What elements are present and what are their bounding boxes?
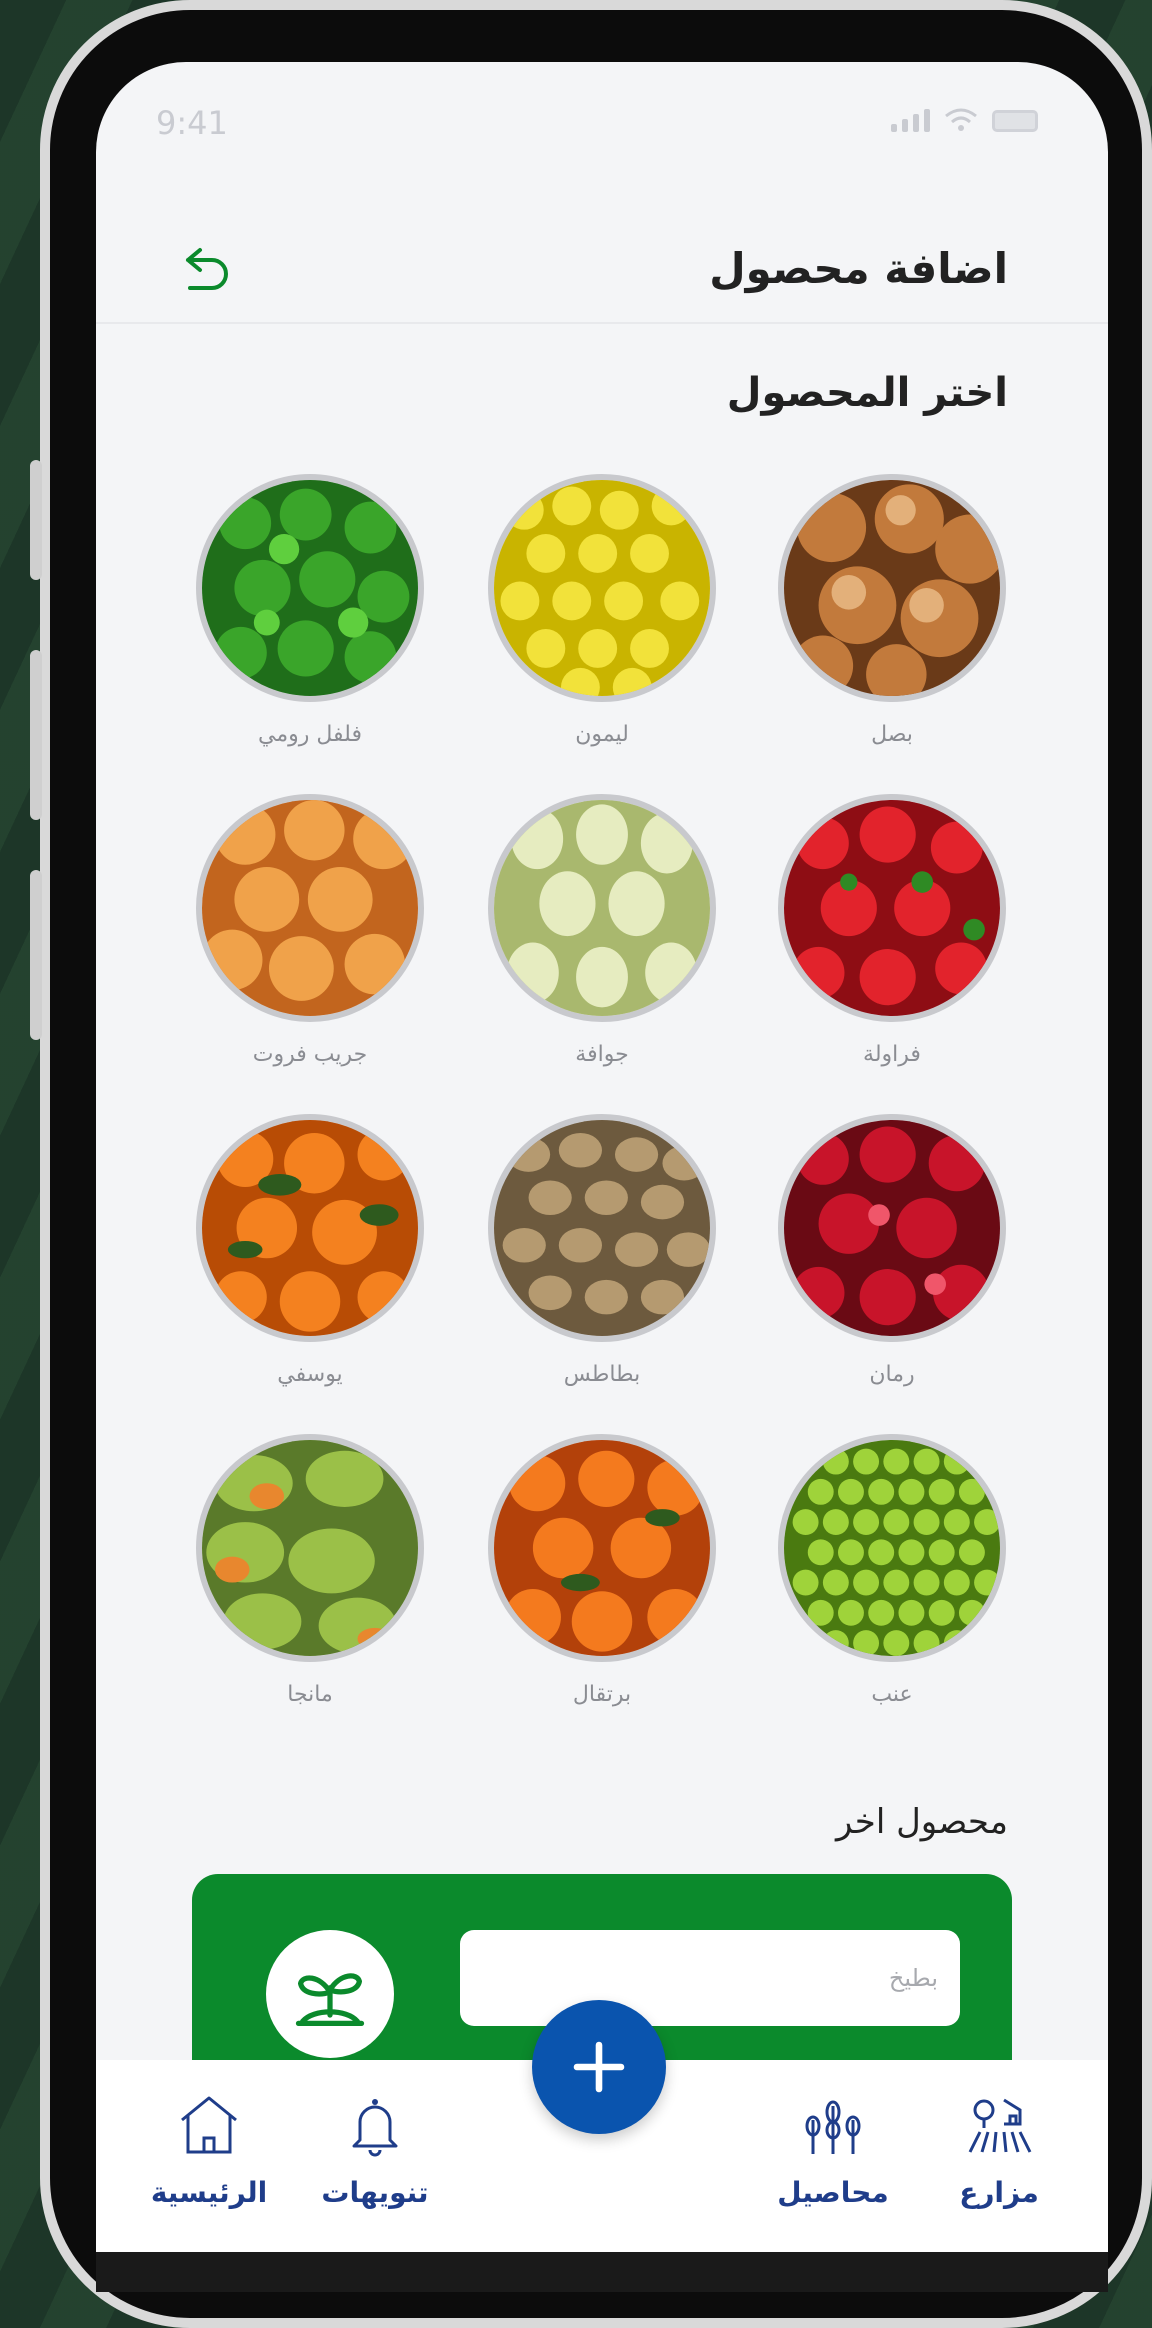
signal-icon — [891, 109, 930, 132]
crop-grape[interactable]: عنب — [774, 1434, 1010, 1707]
crop-image — [778, 474, 1006, 702]
crop-image — [196, 1434, 424, 1662]
crop-label: فراولة — [863, 1042, 921, 1067]
section-title: اختر المحصول — [726, 370, 1008, 416]
battery-icon — [992, 110, 1038, 132]
crop-label: برتقال — [572, 1682, 632, 1707]
back-arrow-icon[interactable] — [174, 242, 230, 298]
crop-label: عنب — [871, 1682, 913, 1707]
crop-label: مانجا — [287, 1682, 333, 1707]
tab-home-label: الرئيسية — [150, 2176, 268, 2209]
side-button — [30, 650, 42, 820]
crop-label: يوسفي — [277, 1362, 343, 1387]
crop-guava[interactable]: جوافة — [484, 794, 720, 1067]
crop-mango[interactable]: مانجا — [192, 1434, 428, 1707]
other-crop-input[interactable] — [460, 1930, 960, 2026]
crop-image — [488, 474, 716, 702]
crop-label: جريب فروت — [252, 1042, 368, 1067]
side-button — [30, 870, 42, 1040]
crop-lemon[interactable]: ليمون — [484, 474, 720, 747]
crop-bell-pepper[interactable]: فلفل رومي — [192, 474, 428, 747]
crop-potato[interactable]: بطاطس — [484, 1114, 720, 1387]
crop-label: بصل — [871, 722, 913, 747]
crop-image — [488, 1434, 716, 1662]
crop-label: فلفل رومي — [258, 722, 362, 747]
tab-notifications-label: تنويهات — [321, 2176, 429, 2209]
crop-strawberry[interactable]: فراولة — [774, 794, 1010, 1067]
crop-label: جوافة — [575, 1042, 629, 1067]
wheat-icon — [805, 2100, 861, 2154]
crop-grapefruit[interactable]: جريب فروت — [192, 794, 428, 1067]
wifi-icon — [945, 108, 977, 131]
phone-bottom-bezel — [96, 2252, 1108, 2292]
status-time: 9:41 — [156, 104, 228, 142]
tab-home[interactable]: الرئيسية — [124, 2090, 294, 2209]
crop-label: رمان — [869, 1362, 915, 1387]
crop-image — [778, 1434, 1006, 1662]
sprout-icon — [295, 1973, 365, 2027]
side-button — [30, 460, 42, 580]
farm-icon — [968, 2098, 1032, 2153]
crop-image — [196, 794, 424, 1022]
sprout-icon-container — [266, 1930, 394, 2058]
tab-crops-label: محاصيل — [777, 2176, 889, 2209]
crop-image — [196, 474, 424, 702]
crop-image — [488, 1114, 716, 1342]
add-button[interactable] — [532, 2000, 666, 2134]
screen: 9:41 اضافة محصول اختر المحصول فلفل رومي … — [96, 62, 1108, 2252]
crop-orange[interactable]: برتقال — [484, 1434, 720, 1707]
crop-tangerine[interactable]: يوسفي — [192, 1114, 428, 1387]
app-header: اضافة محصول — [96, 192, 1108, 324]
tab-farms-label: مزارع — [959, 2176, 1039, 2209]
status-icons — [891, 108, 1038, 132]
crop-onion[interactable]: بصل — [774, 474, 1010, 747]
other-crop-title: محصول اخر — [836, 1802, 1008, 1842]
crop-label: ليمون — [575, 722, 629, 747]
tab-crops[interactable]: محاصيل — [748, 2090, 918, 2209]
crop-image — [488, 794, 716, 1022]
crop-label: بطاطس — [563, 1362, 641, 1387]
crop-pomegranate[interactable]: رمان — [774, 1114, 1010, 1387]
bell-icon — [352, 2099, 398, 2157]
status-bar: 9:41 — [96, 62, 1108, 192]
crop-image — [778, 794, 1006, 1022]
tab-notifications[interactable]: تنويهات — [290, 2090, 460, 2209]
tab-farms[interactable]: مزارع — [914, 2090, 1084, 2209]
page-title: اضافة محصول — [709, 244, 1008, 293]
crop-image — [778, 1114, 1006, 1342]
crop-image — [196, 1114, 424, 1342]
home-icon — [181, 2096, 237, 2154]
plus-icon — [573, 2041, 625, 2093]
